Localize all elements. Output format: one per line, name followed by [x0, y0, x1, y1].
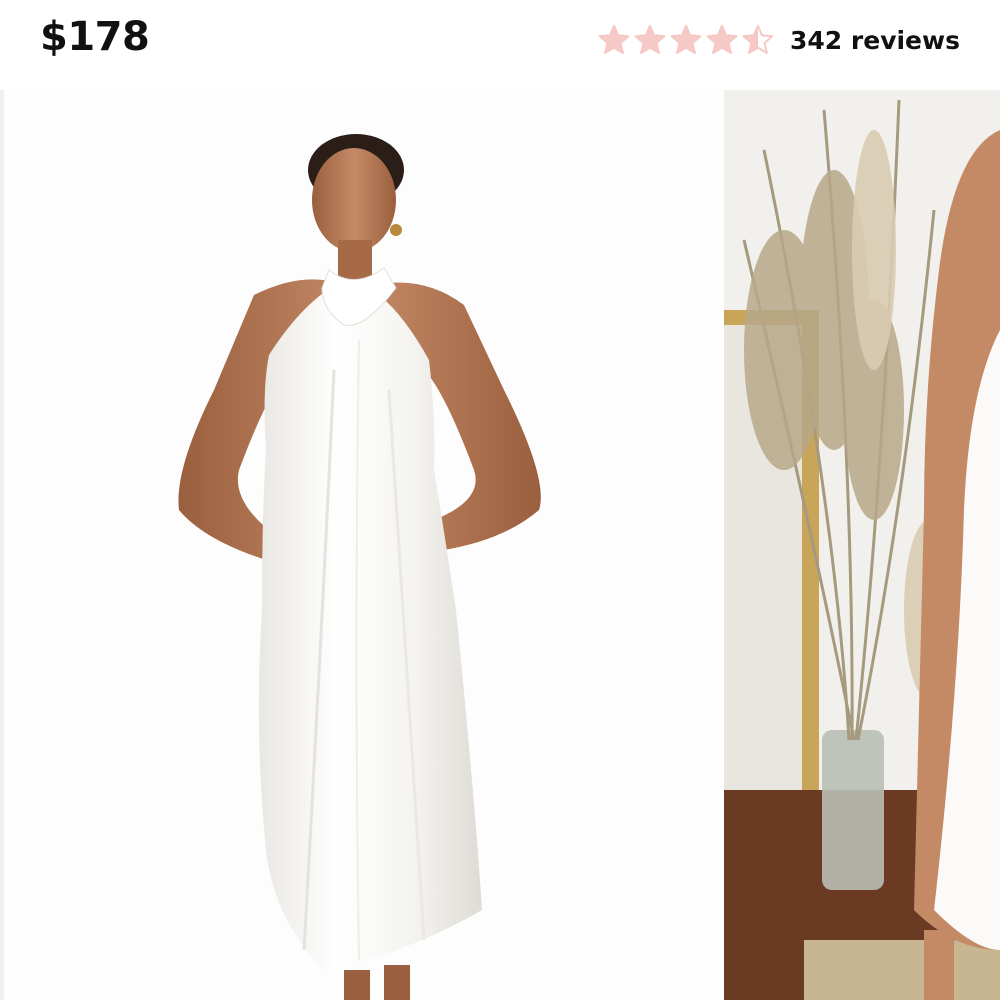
star-rating: [598, 24, 778, 56]
product-header: $178 342 reviews: [0, 0, 1000, 90]
star-half-icon: [742, 25, 774, 54]
secondary-product-image: [724, 90, 1000, 1000]
star-icon: [634, 25, 666, 54]
main-product-image: [4, 90, 720, 1000]
product-price: $178: [40, 14, 150, 60]
product-page: $178 342 reviews: [0, 0, 1000, 1000]
secondary-product-photo[interactable]: [724, 90, 1000, 1000]
image-gallery[interactable]: [0, 90, 1000, 1000]
rating-summary[interactable]: 342 reviews: [598, 20, 960, 60]
main-product-photo[interactable]: [4, 90, 720, 1000]
star-icon: [670, 25, 702, 54]
star-icon: [598, 25, 630, 54]
star-icon: [706, 25, 738, 54]
reviews-link[interactable]: 342 reviews: [790, 26, 960, 55]
